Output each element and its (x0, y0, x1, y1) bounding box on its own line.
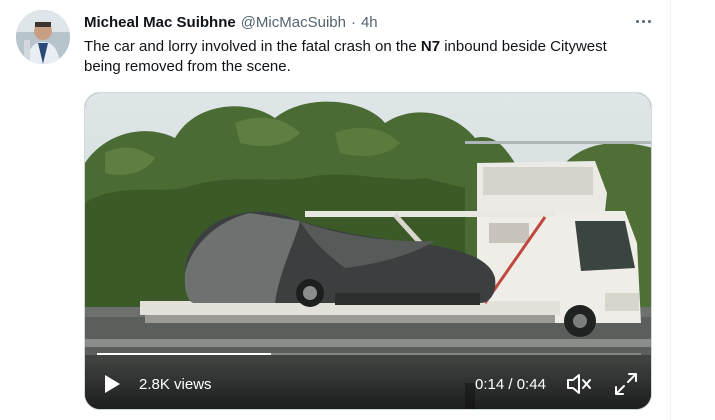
separator-dot: · (350, 13, 356, 31)
play-button[interactable] (101, 373, 123, 395)
volume-off-icon (567, 374, 591, 394)
tweet[interactable]: Micheal Mac Suibhne @MicMacSuibh · 4h Th… (0, 0, 670, 420)
time-separator: / (504, 376, 517, 393)
right-gutter (671, 0, 715, 420)
author-handle[interactable]: @MicMacSuibh (241, 14, 346, 31)
more-options-button[interactable] (630, 10, 656, 32)
video-progress-bar[interactable] (97, 353, 641, 355)
mute-button[interactable] (565, 371, 593, 397)
video-duration: 0:44 (516, 376, 546, 393)
video-controls: 2.8K views 0:14 / 0:44 (85, 359, 651, 409)
fullscreen-icon (615, 373, 637, 395)
play-icon (105, 375, 120, 393)
video-progress-fill (97, 353, 272, 355)
author-name[interactable]: Micheal Mac Suibhne (84, 14, 236, 31)
view-count: 2.8K views (139, 376, 212, 393)
tweet-text-bold[interactable]: N7 (421, 38, 440, 55)
more-horizontal-icon-dot (647, 19, 651, 23)
video-timecode: 0:14 / 0:44 (475, 376, 546, 393)
current-time: 0:14 (475, 376, 505, 393)
tweet-text-part: The car and lorry involved in the fatal … (84, 38, 421, 55)
more-horizontal-icon-dot (641, 19, 645, 23)
video-player[interactable]: 2.8K views 0:14 / 0:44 (84, 92, 652, 410)
tweet-timestamp[interactable]: 4h (361, 14, 378, 31)
tweet-text: The car and lorry involved in the fatal … (84, 37, 644, 77)
tweet-header: Micheal Mac Suibhne @MicMacSuibh · 4h (84, 12, 378, 32)
avatar[interactable] (16, 10, 70, 64)
fullscreen-button[interactable] (613, 371, 639, 397)
more-horizontal-icon (635, 19, 639, 23)
